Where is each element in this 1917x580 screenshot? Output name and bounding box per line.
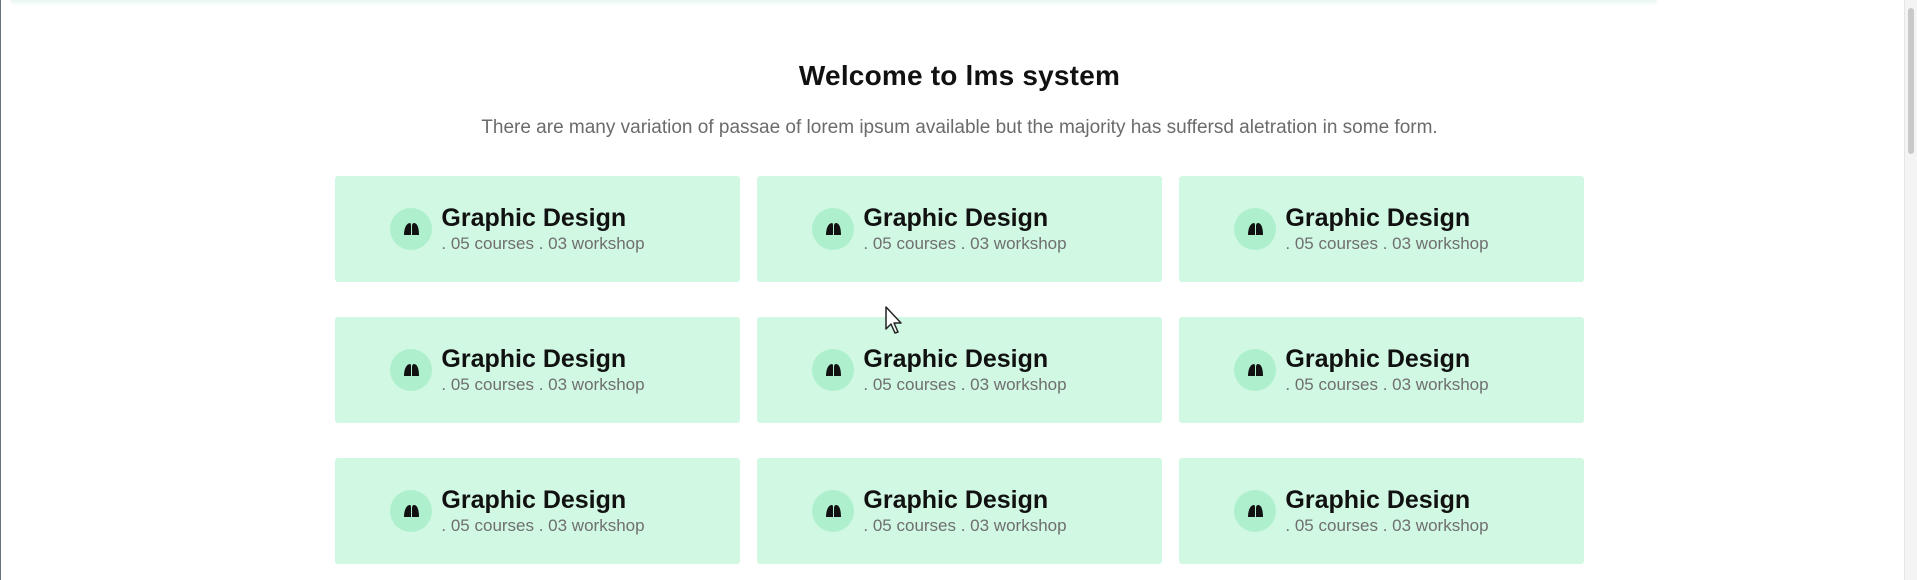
card-title: Graphic Design <box>441 486 627 514</box>
card-meta: . 05 courses . 03 workshop <box>1285 516 1489 535</box>
category-card[interactable]: Graphic Design . 05 courses . 03 worksho… <box>757 458 1162 564</box>
category-icon <box>812 349 855 391</box>
page-subtitle: There are many variation of passae of lo… <box>481 117 1438 138</box>
category-icon <box>390 208 433 250</box>
category-card[interactable]: Graphic Design . 05 courses . 03 worksho… <box>335 176 740 282</box>
category-card[interactable]: Graphic Design . 05 courses . 03 worksho… <box>1179 458 1584 564</box>
card-title: Graphic Design <box>1285 345 1471 373</box>
page-title: Welcome to lms system <box>798 60 1121 91</box>
category-card[interactable]: Graphic Design . 05 courses . 03 worksho… <box>335 317 740 423</box>
card-meta: . 05 courses . 03 workshop <box>1285 234 1489 253</box>
vertical-scrollbar[interactable] <box>1904 0 1917 580</box>
mouse-cursor-icon <box>884 305 904 335</box>
category-grid: Graphic Design . 05 courses . 03 worksho… <box>335 176 1585 564</box>
card-meta: . 05 courses . 03 workshop <box>863 516 1067 535</box>
card-meta: . 05 courses . 03 workshop <box>441 234 645 253</box>
card-title: Graphic Design <box>1285 204 1471 232</box>
scrollbar-thumb[interactable] <box>1908 8 1914 154</box>
card-meta: . 05 courses . 03 workshop <box>863 234 1067 253</box>
category-card[interactable]: Graphic Design . 05 courses . 03 worksho… <box>335 458 740 564</box>
card-meta: . 05 courses . 03 workshop <box>441 516 645 535</box>
category-icon <box>1234 208 1277 250</box>
card-title: Graphic Design <box>863 204 1049 232</box>
category-card[interactable]: Graphic Design . 05 courses . 03 worksho… <box>1179 176 1584 282</box>
category-icon <box>812 208 855 250</box>
page: Welcome to lms system There are many var… <box>0 0 1917 580</box>
category-card[interactable]: Graphic Design . 05 courses . 03 worksho… <box>757 176 1162 282</box>
card-title: Graphic Design <box>863 486 1049 514</box>
category-card[interactable]: Graphic Design . 05 courses . 03 worksho… <box>1179 317 1584 423</box>
card-meta: . 05 courses . 03 workshop <box>863 375 1067 394</box>
category-icon <box>1234 490 1277 532</box>
category-icon <box>1234 349 1277 391</box>
category-icon <box>390 490 433 532</box>
category-card[interactable]: Graphic Design . 05 courses . 03 worksho… <box>757 317 1162 423</box>
category-icon <box>390 349 433 391</box>
card-meta: . 05 courses . 03 workshop <box>1285 375 1489 394</box>
card-title: Graphic Design <box>1285 486 1471 514</box>
header-shadow <box>11 0 1657 6</box>
card-title: Graphic Design <box>863 345 1049 373</box>
card-title: Graphic Design <box>441 345 627 373</box>
card-title: Graphic Design <box>441 204 627 232</box>
category-icon <box>812 490 855 532</box>
card-meta: . 05 courses . 03 workshop <box>441 375 645 394</box>
